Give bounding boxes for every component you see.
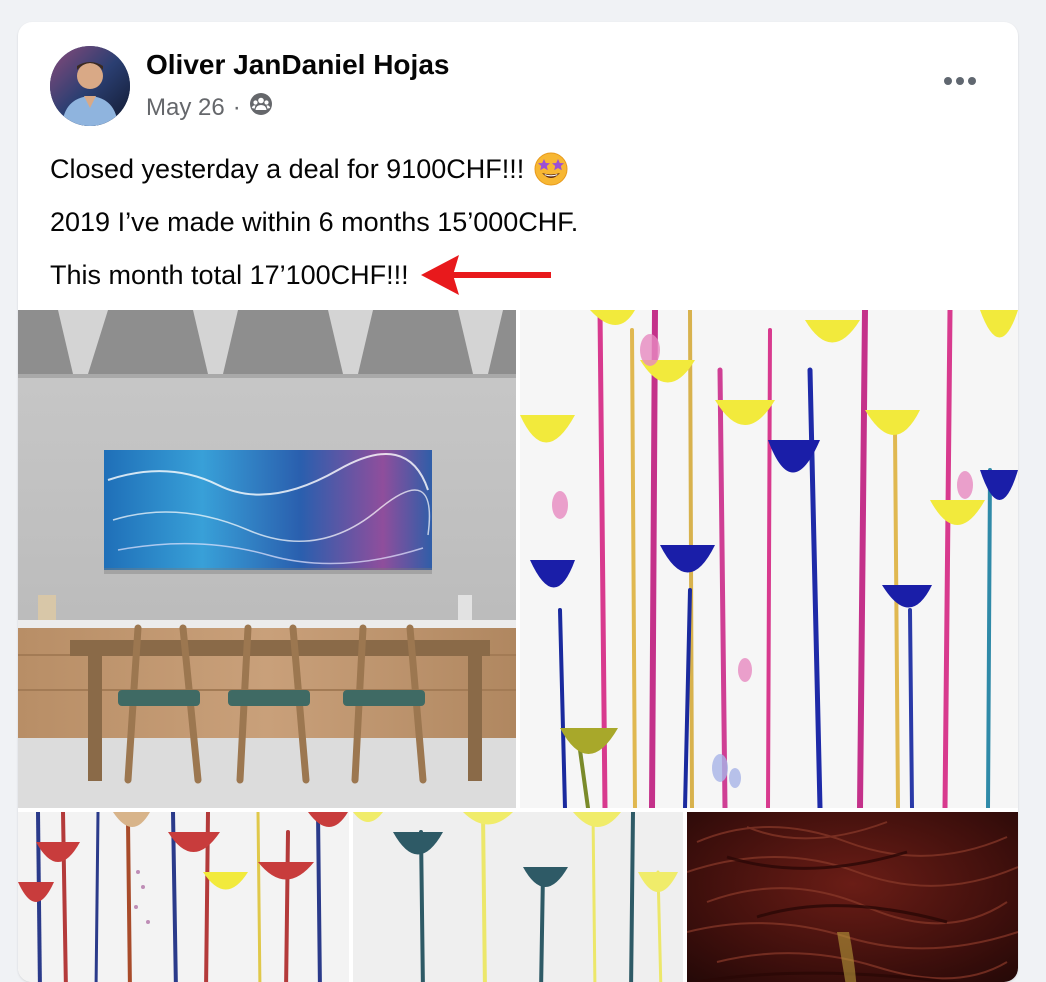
post-line-1: Closed yesterday a deal for 9100CHF!!!	[50, 142, 990, 195]
red-drip-flowers-painting-photo[interactable]	[18, 812, 349, 982]
post-line-text: Closed yesterday a deal for 9100CHF!!!	[50, 153, 525, 184]
post-meta: May 26 ·	[146, 92, 273, 123]
drip-flowers-painting-photo[interactable]	[520, 310, 1018, 808]
post-line-text: 2019 I’ve made within 6 months 15’000CHF…	[50, 206, 579, 237]
post-line-2: 2019 I’ve made within 6 months 15’000CHF…	[50, 195, 990, 248]
red-arrow-annotation	[420, 252, 553, 298]
group-audience-icon[interactable]	[249, 92, 273, 123]
post-line-3: This month total 17’100CHF!!!	[50, 248, 990, 301]
post-header: Oliver JanDaniel Hojas May 26 ·	[18, 22, 1018, 142]
more-options-icon[interactable]	[938, 66, 982, 96]
avatar[interactable]	[50, 46, 130, 126]
dining-room-painting-photo[interactable]	[18, 310, 516, 808]
post-line-text: This month total 17’100CHF!!!	[50, 259, 409, 290]
author-name[interactable]: Oliver JanDaniel Hojas	[146, 49, 449, 81]
post-date[interactable]: May 26	[146, 94, 225, 122]
photo-grid	[18, 310, 1018, 982]
meta-separator: ·	[232, 93, 241, 121]
post-card: Oliver JanDaniel Hojas May 26 · Closed y…	[18, 22, 1018, 982]
dark-red-texture-painting-photo[interactable]	[687, 812, 1018, 982]
star-struck-emoji-icon	[534, 152, 568, 186]
teal-drip-flowers-painting-photo[interactable]	[353, 812, 683, 982]
post-message: Closed yesterday a deal for 9100CHF!!! 2…	[50, 142, 990, 301]
